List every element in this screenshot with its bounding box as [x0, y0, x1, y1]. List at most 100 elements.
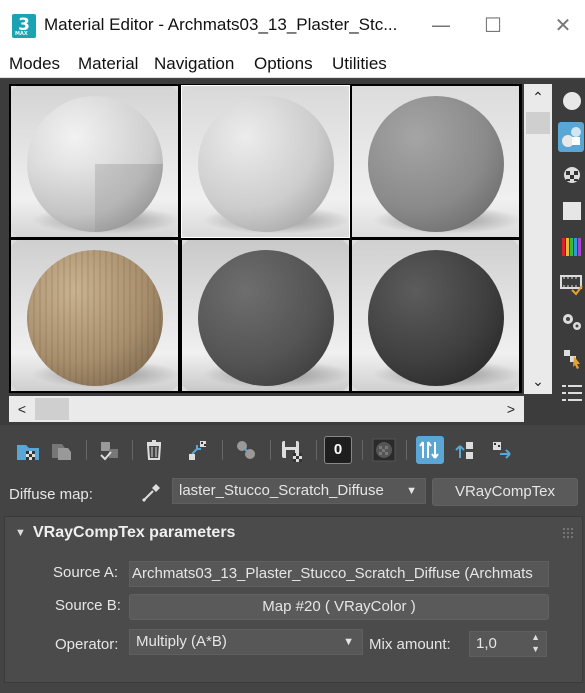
material-toolbar: 0	[0, 430, 585, 470]
eyedropper-icon[interactable]	[138, 480, 162, 506]
material-preview-sphere	[198, 250, 334, 386]
material-preview-sphere	[198, 96, 334, 232]
material-editor-window: 3 MAX Material Editor - Archmats03_13_Pl…	[0, 0, 585, 693]
slot-corner-marker	[172, 231, 178, 237]
material-preview-sphere	[27, 250, 163, 386]
make-unique-icon[interactable]	[184, 436, 212, 464]
go-forward-icon[interactable]	[488, 436, 516, 464]
map-name-value: laster_Stucco_Scratch_Diffuse	[179, 482, 384, 499]
slot-corner-marker	[352, 231, 358, 237]
mix-amount-spinner[interactable]: 1,0 ▲ ▼	[469, 631, 547, 657]
app-icon-sub: MAX	[15, 31, 28, 37]
sample-slot-white-plaster[interactable]	[181, 85, 350, 238]
chevron-down-icon: ▼	[343, 636, 354, 648]
operator-label: Operator:	[55, 636, 119, 653]
slot-corner-marker	[11, 240, 17, 246]
menu-navigation[interactable]: Navigation	[154, 54, 234, 74]
maximize-button[interactable]: ☐	[478, 14, 508, 38]
rollout-title: VRayCompTex parameters	[33, 524, 236, 541]
assign-to-selection-icon[interactable]	[96, 436, 124, 464]
slot-corner-marker	[513, 240, 519, 246]
slot-corner-marker	[352, 240, 358, 246]
menu-material[interactable]: Material	[78, 54, 138, 74]
material-options-icon[interactable]	[558, 306, 584, 336]
rollout-header[interactable]: ▼ VRayCompTex parameters	[5, 517, 582, 549]
sample-slot-black-rough[interactable]	[352, 240, 519, 391]
background-square-icon[interactable]	[558, 196, 584, 226]
slot-corner-marker	[343, 240, 349, 246]
sample-slot-gray-concrete[interactable]	[352, 86, 519, 237]
side-toolbar	[554, 84, 585, 424]
copy-material-icon[interactable]	[232, 436, 260, 464]
slot-corner-marker	[513, 231, 519, 237]
menu-utilities[interactable]: Utilities	[332, 54, 387, 74]
put-to-scene-icon[interactable]	[48, 436, 76, 464]
delete-icon[interactable]	[140, 436, 168, 464]
toolbar-separator	[222, 440, 223, 460]
scroll-down-button[interactable]: ⌄	[524, 368, 552, 394]
source-b-map-button[interactable]: Map #20 ( VRayColor )	[129, 594, 549, 620]
slot-corner-marker	[182, 231, 188, 237]
toolbar-separator	[316, 440, 317, 460]
map-name-row: Diffuse map: laster_Stucco_Scratch_Diffu…	[0, 474, 585, 514]
checker-icon[interactable]	[558, 160, 584, 190]
vertical-scroll-thumb[interactable]	[526, 112, 550, 134]
mix-amount-value: 1,0	[476, 635, 497, 652]
sample-slot-wood[interactable]	[11, 240, 178, 391]
grip-dots-icon	[562, 527, 574, 539]
select-by-material-icon[interactable]	[558, 342, 584, 372]
source-b-label: Source B:	[55, 597, 121, 614]
toolbar-separator	[132, 440, 133, 460]
material-map-navigator-icon[interactable]	[558, 378, 584, 408]
color-bars-icon[interactable]	[558, 232, 584, 262]
menu-options[interactable]: Options	[254, 54, 313, 74]
minimize-button[interactable]: —	[426, 14, 456, 38]
material-id-channel-button[interactable]: 0	[324, 436, 352, 464]
mix-amount-label: Mix amount:	[369, 636, 451, 653]
video-check-icon[interactable]	[558, 268, 584, 298]
toolbar-separator	[270, 440, 271, 460]
slot-corner-marker	[11, 231, 17, 237]
map-type-button[interactable]: VRayCompTex	[432, 478, 578, 506]
show-end-result-icon[interactable]	[416, 436, 444, 464]
slot-corner-marker	[352, 385, 358, 391]
3dsmax-app-icon: 3 MAX	[12, 14, 36, 38]
slot-corner-marker	[343, 385, 349, 391]
scroll-up-button[interactable]: ⌃	[524, 84, 552, 110]
operator-value: Multiply (A*B)	[136, 633, 227, 650]
scroll-left-button[interactable]: <	[9, 396, 35, 422]
vertical-scrollbar[interactable]: ⌃ ⌄	[524, 84, 552, 394]
slot-corner-marker	[11, 86, 17, 92]
material-id-value: 0	[333, 441, 343, 458]
sample-slots-grid	[9, 84, 522, 393]
source-a-map-button[interactable]: Archmats03_13_Plaster_Stucco_Scratch_Dif…	[129, 561, 549, 587]
sphere-icon[interactable]	[558, 86, 584, 116]
horizontal-scroll-thumb[interactable]	[35, 398, 69, 420]
source-a-label: Source A:	[53, 564, 119, 581]
show-map-in-viewport-icon[interactable]	[370, 436, 398, 464]
save-to-library-icon[interactable]	[278, 436, 306, 464]
diffuse-map-label: Diffuse map:	[9, 486, 93, 503]
sample-slot-dark-gray[interactable]	[182, 240, 349, 391]
get-material-icon[interactable]	[14, 436, 42, 464]
window-title: Material Editor - Archmats03_13_Plaster_…	[44, 15, 398, 34]
horizontal-scrollbar[interactable]: < >	[9, 396, 524, 422]
sample-slot-white-quarter[interactable]	[11, 86, 178, 237]
close-button[interactable]: ✕	[548, 14, 578, 38]
slot-corner-marker	[182, 240, 188, 246]
spinner-arrows-icon[interactable]: ▲ ▼	[531, 632, 540, 655]
slot-corner-marker	[172, 385, 178, 391]
operator-dropdown[interactable]: Multiply (A*B) ▼	[129, 629, 363, 655]
scroll-right-button[interactable]: >	[498, 396, 524, 422]
slot-corner-marker	[182, 385, 188, 391]
toolbar-separator	[86, 440, 87, 460]
menu-modes[interactable]: Modes	[9, 54, 60, 74]
slot-corner-marker	[513, 86, 519, 92]
map-name-dropdown[interactable]: laster_Stucco_Scratch_Diffuse ▼	[172, 478, 426, 504]
go-to-parent-icon[interactable]	[452, 436, 480, 464]
title-bar: 3 MAX Material Editor - Archmats03_13_Pl…	[0, 0, 585, 52]
material-preview-sphere	[368, 96, 504, 232]
slot-corner-marker	[172, 86, 178, 92]
cylinder-cube-icon[interactable]	[558, 122, 584, 152]
material-preview-sphere	[368, 250, 504, 386]
